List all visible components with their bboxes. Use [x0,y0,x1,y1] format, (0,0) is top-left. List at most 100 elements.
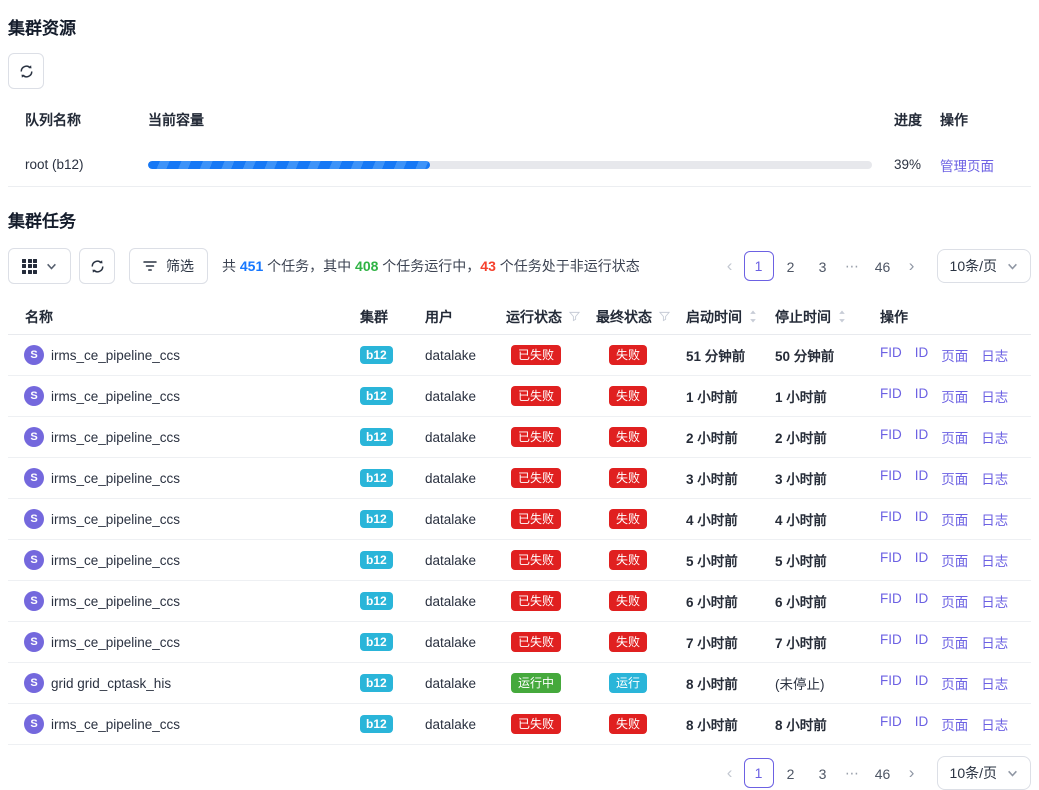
resources-table: 队列名称 当前容量 进度 操作 root (b12) 39% 管理页面 [8,97,1031,187]
row-actions: FID ID 页面日志 [880,427,1031,447]
sort-icon[interactable] [749,310,757,323]
task-name: irms_ce_pipeline_ccs [51,430,180,445]
pagination-page-46[interactable]: 46 [868,251,898,281]
action-link-log[interactable]: 日志 [981,632,1008,652]
row-actions: FID ID 页面日志 [880,714,1031,734]
action-link-fid[interactable]: FID [880,427,902,447]
col-header-action: 操作 [940,110,1031,130]
run-status-badge: 运行中 [511,673,561,693]
user-name: datalake [425,676,506,691]
cluster-badge: b12 [360,387,393,405]
row-actions: FID ID 页面日志 [880,591,1031,611]
capacity-progress-bar [148,161,872,169]
action-link-log[interactable]: 日志 [981,509,1008,529]
action-link-fid[interactable]: FID [880,386,902,406]
pagination-page-2[interactable]: 2 [776,251,806,281]
action-link-page[interactable]: 页面 [941,550,968,570]
pagination-ellipsis: ⋯ [839,765,867,782]
action-link-log[interactable]: 日志 [981,345,1008,365]
column-layout-button[interactable] [8,248,71,284]
run-status-badge: 已失败 [511,591,561,611]
start-time: 4 小时前 [686,509,775,529]
action-link-fid[interactable]: FID [880,673,902,693]
cluster-resources-section: 集群资源 队列名称 当前容量 进度 操作 root (b12) [8,14,1031,187]
page-size-select[interactable]: 10条/页 [937,249,1031,283]
page-size-select[interactable]: 10条/页 [937,756,1031,790]
avatar: S [24,591,44,611]
action-link-page[interactable]: 页面 [941,632,968,652]
col-header-final-status: 最终状态 [596,307,686,327]
pagination-page-2[interactable]: 2 [776,758,806,788]
action-link-log[interactable]: 日志 [981,550,1008,570]
pagination-page-1[interactable]: 1 [744,251,774,281]
col-header-cluster: 集群 [360,307,425,327]
pagination-next[interactable]: › [899,251,925,281]
action-link-page[interactable]: 页面 [941,673,968,693]
user-name: datalake [425,635,506,650]
action-link-id[interactable]: ID [915,591,929,611]
pagination-prev[interactable]: ‹ [717,251,743,281]
action-link-id[interactable]: ID [915,714,929,734]
filter-funnel-icon[interactable] [659,311,670,322]
resource-row: root (b12) 39% 管理页面 [8,143,1031,187]
row-actions: FID ID 页面日志 [880,345,1031,365]
action-link-fid[interactable]: FID [880,509,902,529]
table-row: S irms_ce_pipeline_ccs b12 datalake 已失败 … [8,417,1031,458]
action-link-page[interactable]: 页面 [941,591,968,611]
filter-button[interactable]: 筛选 [129,248,208,284]
pagination-page-46[interactable]: 46 [868,758,898,788]
action-link-log[interactable]: 日志 [981,591,1008,611]
sort-icon[interactable] [838,310,846,323]
action-link-fid[interactable]: FID [880,550,902,570]
pagination-page-3[interactable]: 3 [808,251,838,281]
pagination-prev[interactable]: ‹ [717,758,743,788]
action-link-log[interactable]: 日志 [981,673,1008,693]
action-link-page[interactable]: 页面 [941,714,968,734]
col-header-start-time: 启动时间 [686,307,775,327]
cluster-badge: b12 [360,551,393,569]
col-header-progress: 进度 [894,110,940,130]
pagination-page-3[interactable]: 3 [808,758,838,788]
pagination-page-1[interactable]: 1 [744,758,774,788]
action-link-log[interactable]: 日志 [981,427,1008,447]
action-link-id[interactable]: ID [915,632,929,652]
action-link-page[interactable]: 页面 [941,509,968,529]
action-link-page[interactable]: 页面 [941,345,968,365]
action-link-log[interactable]: 日志 [981,386,1008,406]
action-link-id[interactable]: ID [915,673,929,693]
action-link-fid[interactable]: FID [880,591,902,611]
resources-refresh-button[interactable] [8,53,44,89]
action-link-id[interactable]: ID [915,468,929,488]
task-name: irms_ce_pipeline_ccs [51,717,180,732]
pagination-top: ‹123⋯46›10条/页 [717,249,1031,283]
action-link-fid[interactable]: FID [880,345,902,365]
col-header-current-capacity: 当前容量 [148,110,894,130]
action-link-id[interactable]: ID [915,509,929,529]
action-link-log[interactable]: 日志 [981,714,1008,734]
action-link-fid[interactable]: FID [880,632,902,652]
cluster-resources-title: 集群资源 [8,14,1031,39]
action-link-page[interactable]: 页面 [941,427,968,447]
tasks-refresh-button[interactable] [79,248,115,284]
avatar: S [24,550,44,570]
stop-time: 6 小时前 [775,591,880,611]
action-link-id[interactable]: ID [915,386,929,406]
task-count-summary: 共 451 个任务，其中 408 个任务运行中，43 个任务处于非运行状态 [222,256,640,276]
action-link-id[interactable]: ID [915,345,929,365]
action-link-fid[interactable]: FID [880,714,902,734]
action-link-page[interactable]: 页面 [941,468,968,488]
table-row: S grid grid_cptask_his b12 datalake 运行中 … [8,663,1031,704]
avatar: S [24,468,44,488]
non-running-task-count: 43 [480,258,496,274]
action-link-page[interactable]: 页面 [941,386,968,406]
action-link-id[interactable]: ID [915,427,929,447]
chevron-down-icon [1007,261,1018,272]
action-link-log[interactable]: 日志 [981,468,1008,488]
pagination-next[interactable]: › [899,758,925,788]
action-link-fid[interactable]: FID [880,468,902,488]
filter-funnel-icon[interactable] [569,311,580,322]
cluster-tasks-section: 集群任务 [8,207,1031,790]
task-table-body: S irms_ce_pipeline_ccs b12 datalake 已失败 … [8,335,1031,745]
manage-page-link[interactable]: 管理页面 [940,159,994,174]
action-link-id[interactable]: ID [915,550,929,570]
